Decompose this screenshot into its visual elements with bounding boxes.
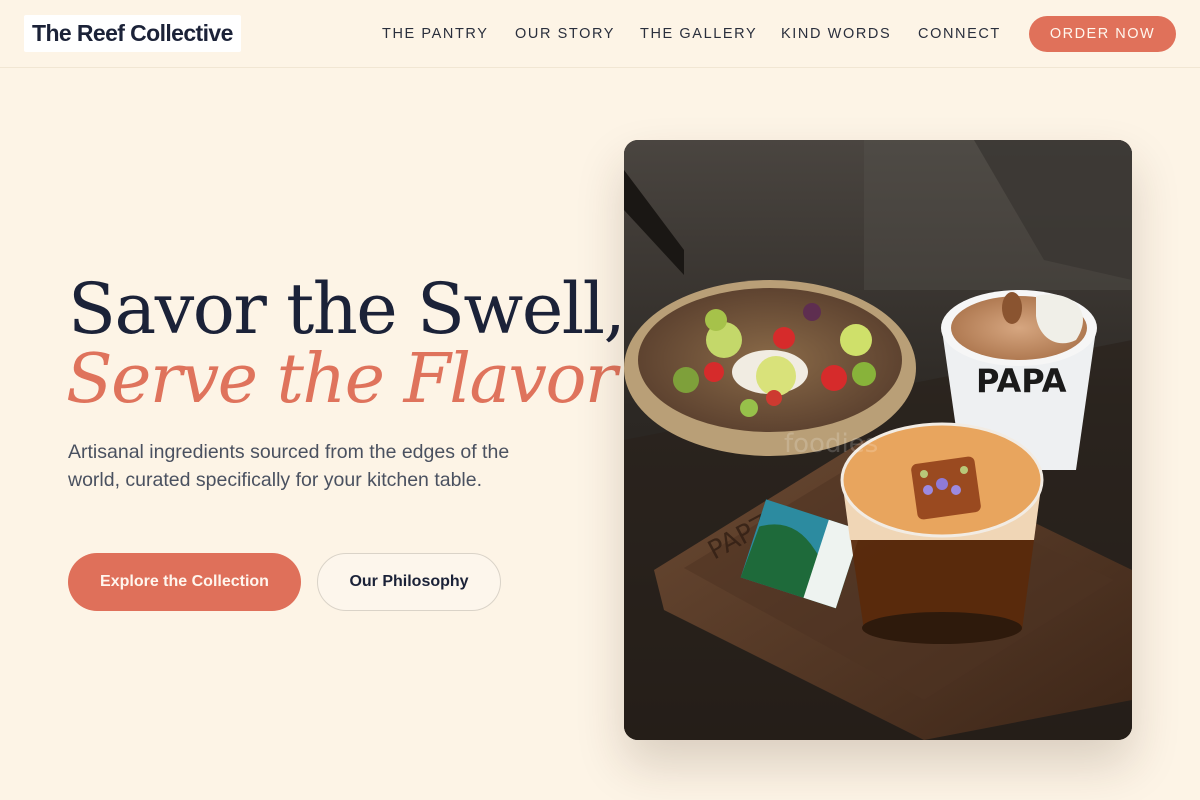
photo-watermark: foodies xyxy=(784,429,878,459)
explore-collection-button[interactable]: Explore the Collection xyxy=(68,553,301,611)
hero-food-photo: PAPZZ PAPA foodies xyxy=(624,140,1132,740)
cup-logo: PAPA xyxy=(976,362,1067,400)
nav-link-the-pantry[interactable]: THE PANTRY xyxy=(382,25,489,43)
nav-link-kind-words[interactable]: KIND WORDS xyxy=(781,25,891,43)
hero-headline-primary: Savor the Swell, xyxy=(68,268,626,350)
hero-subtext: Artisanal ingredients sourced from the e… xyxy=(68,441,510,491)
our-philosophy-button[interactable]: Our Philosophy xyxy=(317,553,501,611)
nav-link-the-gallery[interactable]: THE GALLERY xyxy=(640,25,757,43)
hero-headline-accent: Serve the Flavor xyxy=(66,340,617,419)
order-now-button[interactable]: ORDER NOW xyxy=(1029,16,1176,52)
nav-link-our-story[interactable]: OUR STORY xyxy=(515,25,615,43)
brand-logo[interactable]: The Reef Collective xyxy=(24,15,241,52)
site-header: The Reef Collective THE PANTRY OUR STORY… xyxy=(0,0,1200,68)
nav-link-connect[interactable]: CONNECT xyxy=(918,25,1001,43)
